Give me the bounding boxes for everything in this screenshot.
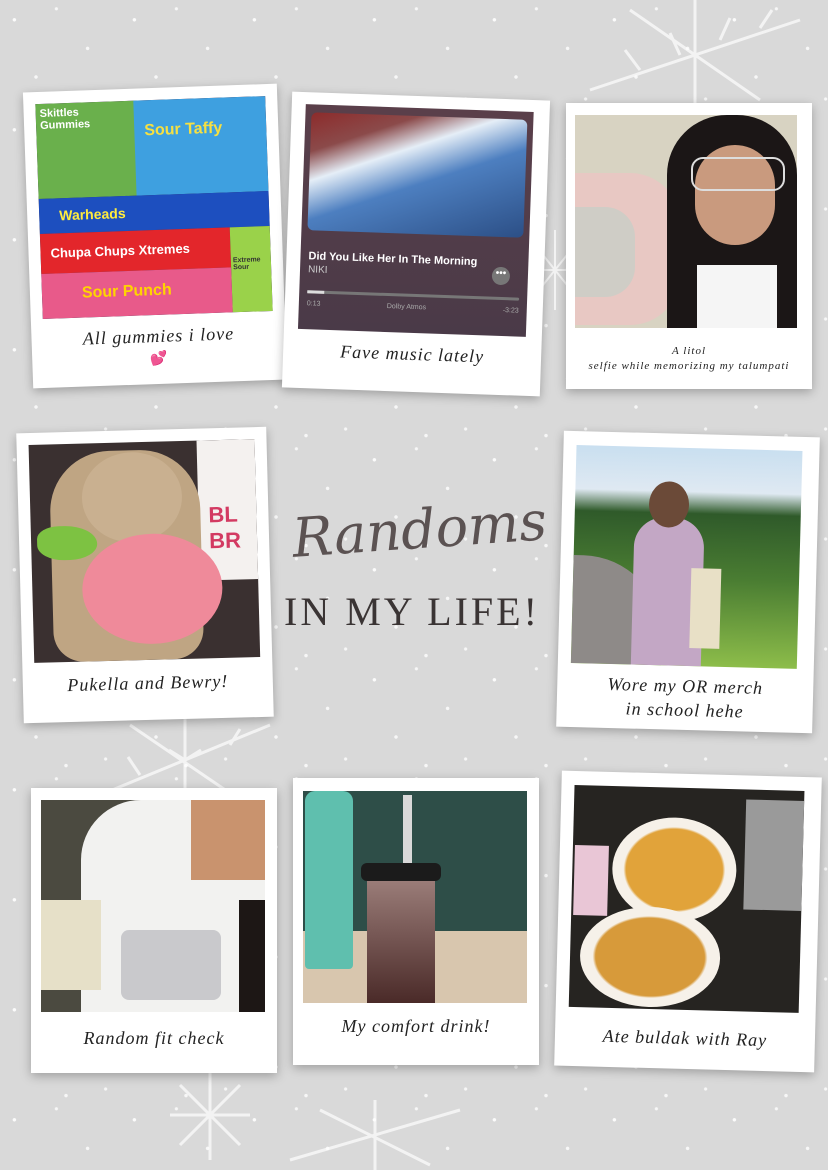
strawberry-leaves	[36, 525, 98, 561]
song-artist: NIKI	[307, 264, 328, 276]
dark-hair	[239, 900, 265, 1012]
polaroid-drink: My comfort drink!	[293, 778, 539, 1065]
more-options-icon[interactable]: •••	[491, 266, 511, 286]
heart-icon: 💕	[149, 351, 169, 368]
tote-bag	[689, 568, 722, 649]
gummies-photo: Skittles Gummies Sour Taffy Warheads Chu…	[35, 96, 273, 319]
selfie-photo	[575, 115, 797, 328]
progress-bar[interactable]	[307, 290, 520, 301]
caption: My comfort drink!	[341, 1016, 491, 1036]
caption: Pukella and Bewry!	[67, 670, 229, 696]
remaining-time: -3:23	[502, 307, 519, 315]
extreme-sour-package: Extreme Sour	[229, 225, 273, 313]
tote-bag	[41, 900, 101, 990]
taffy-package: Sour Taffy	[133, 96, 269, 196]
drink-photo	[303, 791, 527, 1003]
caption: Wore my OR merch in school hehe	[607, 673, 764, 722]
xtremes-package: Chupa Chups Xtremes	[39, 227, 232, 274]
dolby-atmos-badge: Dolby Atmos	[386, 303, 427, 312]
polaroid-fit-check: Random fit check	[31, 788, 277, 1073]
fit-check-photo	[41, 800, 265, 1012]
snowflake-icon	[170, 1070, 250, 1160]
plushies-photo: BL BR	[28, 439, 261, 663]
teal-bottle	[305, 791, 353, 969]
caption: Ate buldak with Ray	[602, 1025, 768, 1051]
polaroid-buldak: Ate buldak with Ray	[554, 770, 822, 1073]
music-player-screenshot: Did You Like Her In The Morning NIKI •••…	[297, 104, 534, 337]
progress-fill	[307, 290, 325, 294]
noodle-bowl	[611, 816, 738, 924]
skin	[191, 800, 265, 880]
song-title: Did You Like Her In The Morning	[308, 250, 478, 269]
caption: Random fit check	[83, 1028, 225, 1048]
caption: Fave music lately	[339, 341, 485, 367]
straw	[403, 795, 412, 871]
snowflake-icon	[289, 1100, 461, 1170]
polaroid-merch: Wore my OR merch in school hehe	[556, 430, 820, 734]
sour-punch-package: Sour Punch	[41, 267, 233, 319]
caption: A litol selfie while memorizing my talum…	[588, 345, 790, 372]
skittles-package: Skittles Gummies	[35, 100, 139, 200]
album-art	[307, 112, 528, 238]
buldak-photo	[568, 784, 805, 1013]
collar	[697, 265, 777, 328]
milk-tea-cup	[367, 881, 435, 1003]
title-caps: IN MY LIFE!	[284, 589, 540, 634]
merch-photo	[570, 445, 803, 669]
cup-lid	[361, 863, 441, 881]
chair	[743, 799, 805, 911]
snowflake-icon	[589, 0, 801, 110]
shirt-graphic	[121, 930, 221, 1000]
polaroid-plushies: BL BR Pukella and Bewry!	[16, 426, 274, 724]
polaroid-music: Did You Like Her In The Morning NIKI •••…	[281, 91, 551, 397]
polaroid-selfie: A litol selfie while memorizing my talum…	[566, 103, 812, 389]
snack-bag	[573, 845, 609, 916]
caption: All gummies i love 💕	[82, 323, 235, 368]
elapsed-time: 0:13	[306, 300, 321, 308]
dryer-vent	[575, 207, 635, 297]
fries-bowl	[578, 905, 722, 1009]
polaroid-gummies: Skittles Gummies Sour Taffy Warheads Chu…	[22, 83, 288, 389]
glasses	[691, 157, 785, 191]
